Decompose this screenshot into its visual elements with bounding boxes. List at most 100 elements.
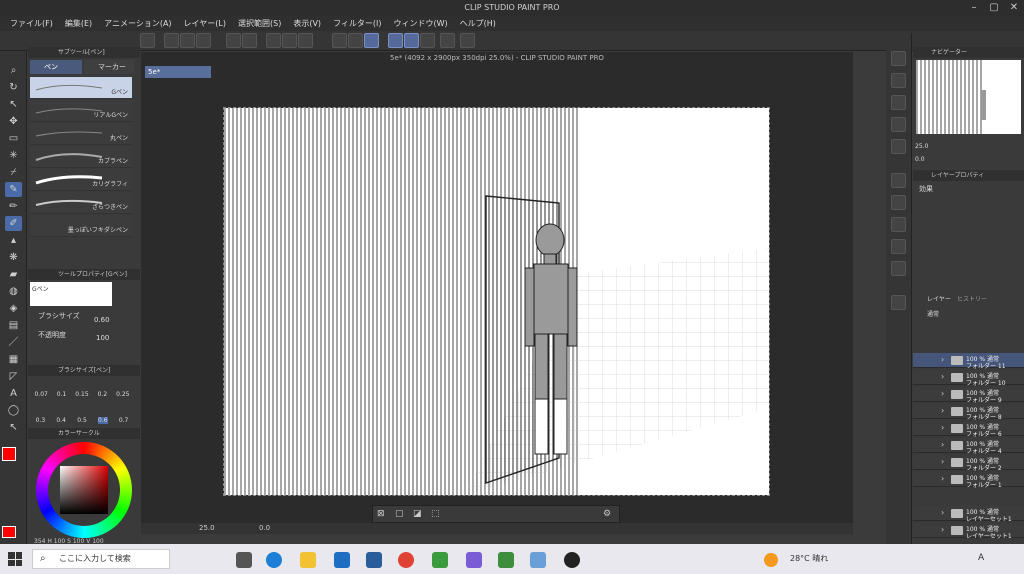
size-0-2[interactable]: 0.2 — [98, 391, 108, 398]
text-icon[interactable]: A — [5, 386, 22, 401]
blend-mode[interactable]: 通常 — [927, 309, 939, 318]
rotate-icon[interactable]: ↻ — [5, 80, 22, 95]
brush-maru-pen[interactable]: 丸ペン — [30, 123, 132, 145]
drawing-canvas[interactable] — [223, 107, 770, 496]
invert-selection-button[interactable] — [348, 33, 363, 48]
figure-icon[interactable]: ／ — [5, 335, 22, 350]
menu-view[interactable]: 表示(V) — [287, 16, 327, 31]
smartphone-button[interactable] — [440, 33, 455, 48]
menu-window[interactable]: ウィンドウ(W) — [388, 16, 454, 31]
operation-icon[interactable]: ↖ — [5, 97, 22, 112]
windows-start-icon[interactable] — [8, 552, 22, 566]
menu-animation[interactable]: アニメーション(A) — [98, 16, 177, 31]
explorer-icon[interactable] — [300, 552, 316, 568]
ime-indicator[interactable]: A — [978, 553, 984, 563]
size-0-07[interactable]: 0.07 — [34, 391, 47, 398]
opacity-value[interactable]: 100 — [96, 334, 109, 342]
animation-icon[interactable] — [891, 217, 906, 232]
brush-icon[interactable]: ✐ — [5, 216, 22, 231]
material-icon[interactable] — [891, 239, 906, 254]
undo-icon[interactable] — [226, 33, 241, 48]
size-0-5[interactable]: 0.5 — [77, 417, 87, 424]
main-color-small[interactable] — [2, 526, 16, 538]
weather-text[interactable]: 28°C 晴れ — [790, 553, 828, 564]
size-0-1[interactable]: 0.1 — [57, 391, 67, 398]
layer-row[interactable]: › 100 % 通常 レイヤーセット1 — [913, 506, 1024, 523]
new-file-button[interactable] — [164, 33, 179, 48]
navigator-icon[interactable] — [891, 51, 906, 66]
maximize-button[interactable]: ▢ — [988, 2, 1000, 14]
taskbar-search[interactable]: ここに入力して検索 — [32, 549, 170, 569]
search-layer-icon[interactable] — [891, 195, 906, 210]
eraser-icon[interactable]: ▰ — [5, 267, 22, 282]
settings-icon[interactable]: ⚙ — [603, 509, 611, 519]
calculator-icon[interactable] — [366, 552, 382, 568]
timeline-icon[interactable] — [891, 261, 906, 276]
snap-special-ruler-button[interactable] — [404, 33, 419, 48]
tab-layer[interactable]: レイヤー — [927, 294, 951, 303]
snap-grid-button[interactable] — [420, 33, 435, 48]
layer-row[interactable]: › 100 % 通常 フォルダー 4 — [913, 438, 1024, 455]
transform-icon[interactable]: ⬚ — [431, 509, 440, 519]
info-icon[interactable] — [891, 95, 906, 110]
brush-balloon-pen[interactable]: 墨っぽいフキダシペン — [30, 215, 132, 237]
deselect-button[interactable] — [332, 33, 347, 48]
brush-calligraphy[interactable]: カリグラフィ — [30, 169, 132, 191]
brush-zaratsuki-pen[interactable]: ざらつきペン — [30, 192, 132, 214]
size-0-4[interactable]: 0.4 — [56, 417, 66, 424]
close-button[interactable]: ✕ — [1008, 2, 1020, 14]
subview-icon[interactable] — [891, 73, 906, 88]
ruler-icon[interactable]: ◸ — [5, 369, 22, 384]
menu-selection[interactable]: 選択範囲(S) — [232, 16, 287, 31]
item-bank-icon[interactable] — [891, 117, 906, 132]
rotation-value[interactable]: 0.0 — [259, 524, 270, 532]
size-0-3[interactable]: 0.3 — [36, 417, 46, 424]
clip-studio-button[interactable] — [140, 33, 155, 48]
zoom-value[interactable]: 25.0 — [199, 524, 215, 532]
weather-icon[interactable] — [764, 553, 778, 567]
nav-rotation[interactable]: 0.0 — [915, 156, 925, 163]
clip-studio-taskbar-icon[interactable] — [564, 552, 580, 568]
nav-zoom[interactable]: 25.0 — [915, 143, 928, 150]
pencil-icon[interactable]: ✏ — [5, 199, 22, 214]
layer-row[interactable]: › 100 % 通常 レイヤーセット1 — [913, 523, 1024, 540]
open-button[interactable] — [180, 33, 195, 48]
size-0-7[interactable]: 0.7 — [119, 417, 129, 424]
task-view-icon[interactable] — [236, 552, 252, 568]
menu-edit[interactable]: 編集(E) — [59, 16, 98, 31]
selection-icon[interactable]: ▭ — [5, 131, 22, 146]
menu-file[interactable]: ファイル(F) — [4, 16, 59, 31]
gradient-icon[interactable]: ▤ — [5, 318, 22, 333]
menu-layer[interactable]: レイヤー(L) — [178, 16, 232, 31]
edge-icon[interactable] — [266, 552, 282, 568]
brush-size-value[interactable]: 0.60 — [94, 316, 110, 324]
decoration-icon[interactable]: ❋ — [5, 250, 22, 265]
brush-kabura-pen[interactable]: カブラペン — [30, 146, 132, 168]
blend-icon[interactable]: ◍ — [5, 284, 22, 299]
app-icon[interactable] — [432, 552, 448, 568]
fill-selection-icon[interactable]: ◪ — [413, 509, 422, 519]
clear-button[interactable] — [266, 33, 281, 48]
transform-button[interactable] — [282, 33, 297, 48]
crop-icon[interactable]: ⊠ — [377, 509, 385, 519]
frame-icon[interactable]: ▦ — [5, 352, 22, 367]
layer-row[interactable]: › 100 % 通常 フォルダー 6 — [913, 421, 1024, 438]
help-button[interactable] — [460, 33, 475, 48]
saturation-square[interactable] — [60, 466, 108, 514]
size-0-25[interactable]: 0.25 — [116, 391, 129, 398]
eyedropper-icon[interactable]: ⌿ — [5, 165, 22, 180]
menu-help[interactable]: ヘルプ(H) — [454, 16, 502, 31]
main-color-swatch[interactable] — [2, 447, 16, 461]
show-selection-button[interactable] — [364, 33, 379, 48]
tab-history[interactable]: ヒストリー — [957, 294, 987, 303]
size-0-6[interactable]: 0.6 — [98, 417, 108, 424]
selection-toggle-icon[interactable]: ▢ — [395, 509, 404, 519]
layer-row[interactable]: › 100 % 通常 フォルダー 2 — [913, 455, 1024, 472]
pen-icon[interactable]: ✎ — [5, 182, 22, 197]
chrome-icon[interactable] — [398, 552, 414, 568]
tab-pen[interactable]: ペン — [30, 60, 82, 74]
layer-row[interactable]: › 100 % 通常 フォルダー 10 — [913, 370, 1024, 387]
hue-ring[interactable] — [36, 442, 132, 538]
app-icon-2[interactable] — [466, 552, 482, 568]
fill-icon[interactable]: ◈ — [5, 301, 22, 316]
